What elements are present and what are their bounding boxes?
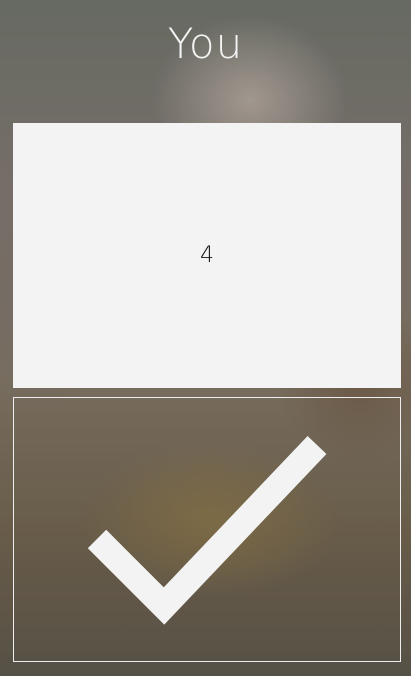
check-icon	[87, 436, 327, 625]
card-value: 4	[200, 243, 214, 268]
page-title: You	[167, 19, 244, 68]
confirm-button[interactable]	[13, 397, 401, 662]
value-card[interactable]: 4	[13, 123, 401, 388]
